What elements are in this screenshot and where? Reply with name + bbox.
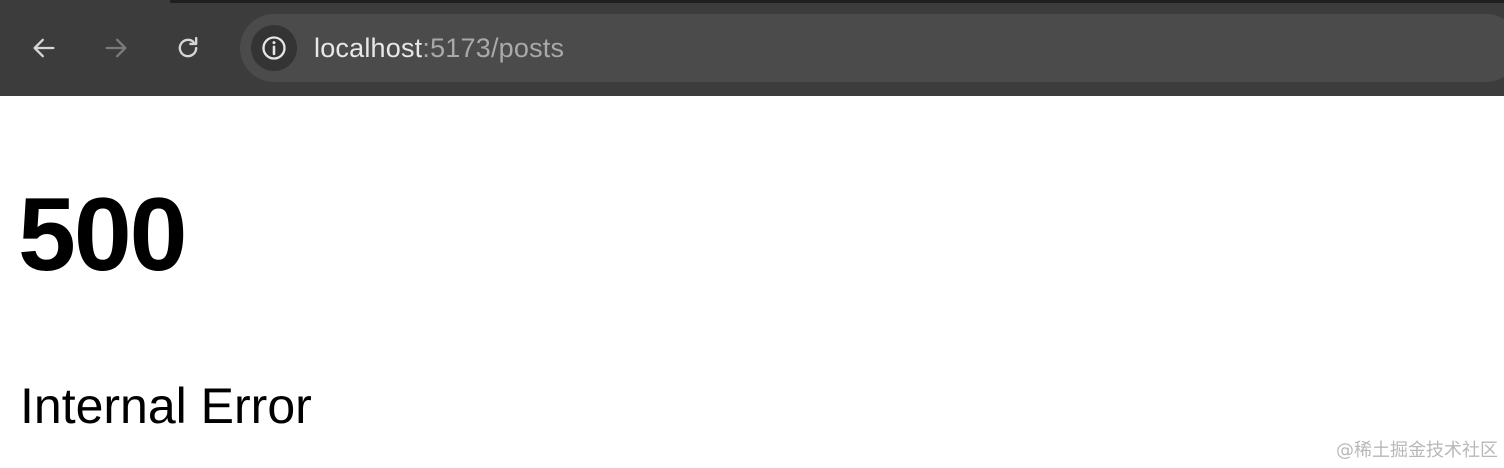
reload-button[interactable] xyxy=(166,26,210,70)
info-icon xyxy=(262,36,286,60)
arrow-right-icon xyxy=(105,38,127,58)
reload-icon xyxy=(178,36,198,58)
active-tab-edge xyxy=(0,0,170,3)
site-info-button[interactable] xyxy=(251,25,297,71)
back-button[interactable] xyxy=(22,26,66,70)
watermark: @稀土掘金技术社区 xyxy=(1336,440,1498,461)
error-message: Internal Error xyxy=(20,378,312,434)
address-bar[interactable]: localhost:5173/posts xyxy=(240,14,1504,82)
forward-button[interactable] xyxy=(94,26,138,70)
url-path: :5173/posts xyxy=(422,33,565,63)
error-code-heading: 500 xyxy=(18,177,188,293)
url-host: localhost xyxy=(314,33,423,63)
browser-toolbar: localhost:5173/posts xyxy=(0,0,1504,96)
arrow-left-icon xyxy=(33,38,55,58)
tab-strip-edge xyxy=(0,0,1504,3)
url-text[interactable]: localhost:5173/posts xyxy=(314,14,564,82)
